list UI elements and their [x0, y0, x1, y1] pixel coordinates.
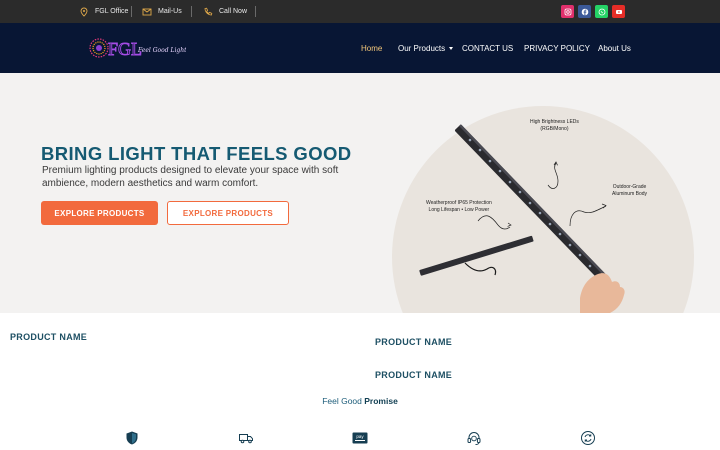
callout-weather: Weatherproof IP65 Protection Long Lifesp…	[426, 200, 492, 214]
office-link[interactable]: FGL Office	[79, 0, 128, 23]
logo-graphic: FGL Feel Good Lighting	[89, 38, 196, 59]
youtube-icon	[615, 9, 622, 14]
divider	[191, 6, 192, 17]
site-header: FGL Feel Good Lighting Home Our Products…	[0, 23, 720, 73]
nav-privacy-policy[interactable]: PRIVACY POLICY	[524, 23, 590, 73]
support-headset-icon	[467, 432, 481, 445]
support-feature	[466, 430, 482, 446]
return-cycle-icon	[581, 431, 595, 445]
nav-contact-us[interactable]: CONTACT US	[462, 23, 513, 73]
divider	[131, 6, 132, 17]
whatsapp-button[interactable]	[595, 5, 608, 18]
logo-script-text: Feel Good Lighting	[137, 47, 186, 54]
callout-weather-text: Weatherproof IP65 Protection Long Lifesp…	[426, 200, 492, 213]
svg-text:pay: pay	[356, 434, 364, 439]
hero-title: BRING LIGHT THAT FEELS GOOD	[41, 143, 352, 164]
instagram-icon	[564, 8, 571, 15]
nav-about-us[interactable]: About Us	[598, 23, 631, 73]
facebook-button[interactable]	[578, 5, 591, 18]
product-name-left[interactable]: PRODUCT NAME	[10, 332, 87, 342]
promise-emphasis: Promise	[364, 396, 398, 406]
divider	[255, 6, 256, 17]
nav-contact-label: CONTACT US	[462, 43, 514, 53]
product-name-right-1[interactable]: PRODUCT NAME	[375, 337, 452, 347]
phone-icon	[204, 7, 213, 15]
mail-icon	[142, 8, 152, 15]
whatsapp-icon	[598, 8, 605, 15]
hero-subtitle: Premium lighting products designed to el…	[42, 165, 339, 189]
shield-feature	[124, 430, 140, 446]
pay-card-icon: pay	[352, 432, 368, 444]
nav-our-products[interactable]: Our Products	[398, 23, 454, 73]
returns-feature	[580, 430, 596, 446]
explore-products-outline-button[interactable]: EXPLORE PRODUCTS	[167, 201, 289, 225]
callout-body: Outdoor-Grade Aluminum Body	[612, 184, 647, 198]
logo-burst-icon	[89, 38, 109, 58]
nav-privacy-label: PRIVACY POLICY	[524, 43, 590, 53]
facebook-icon	[581, 8, 588, 15]
location-icon	[80, 7, 88, 17]
product-name-right-2[interactable]: PRODUCT NAME	[375, 370, 452, 380]
explore-products-button[interactable]: EXPLORE PRODUCTS	[41, 201, 158, 225]
logo-mark-text: FGL	[108, 39, 142, 59]
hand-image	[580, 273, 625, 313]
top-info-bar: FGL Office Mail-Us Call Now	[0, 0, 720, 23]
mail-link[interactable]: Mail-Us	[142, 0, 182, 23]
youtube-button[interactable]	[612, 5, 625, 18]
callout-brightness-text: High Brightness LEDs (RGB/Mono)	[530, 119, 579, 132]
delivery-feature	[238, 430, 254, 446]
instagram-button[interactable]	[561, 5, 574, 18]
payment-feature: pay	[352, 430, 368, 446]
office-label: FGL Office	[95, 8, 129, 15]
call-link[interactable]: Call Now	[203, 0, 247, 23]
nav-about-label: About Us	[598, 43, 631, 53]
site-logo[interactable]: FGL Feel Good Lighting	[86, 33, 196, 63]
callout-body-text: Outdoor-Grade Aluminum Body	[612, 184, 648, 197]
mail-label: Mail-Us	[158, 8, 182, 15]
call-label: Call Now	[219, 8, 248, 15]
chevron-down-icon	[449, 46, 454, 50]
nav-products-label: Our Products	[398, 43, 446, 53]
hero-section: BRING LIGHT THAT FEELS GOOD Premium ligh…	[0, 73, 720, 313]
promise-prefix: Feel Good	[322, 396, 362, 406]
promise-heading: Feel Good Promise	[0, 396, 720, 406]
nav-home-label: Home	[361, 43, 383, 53]
shield-icon	[126, 431, 138, 445]
nav-home[interactable]: Home	[361, 23, 382, 73]
callout-brightness: High Brightness LEDs (RGB/Mono)	[530, 119, 579, 133]
delivery-truck-icon	[239, 434, 253, 444]
